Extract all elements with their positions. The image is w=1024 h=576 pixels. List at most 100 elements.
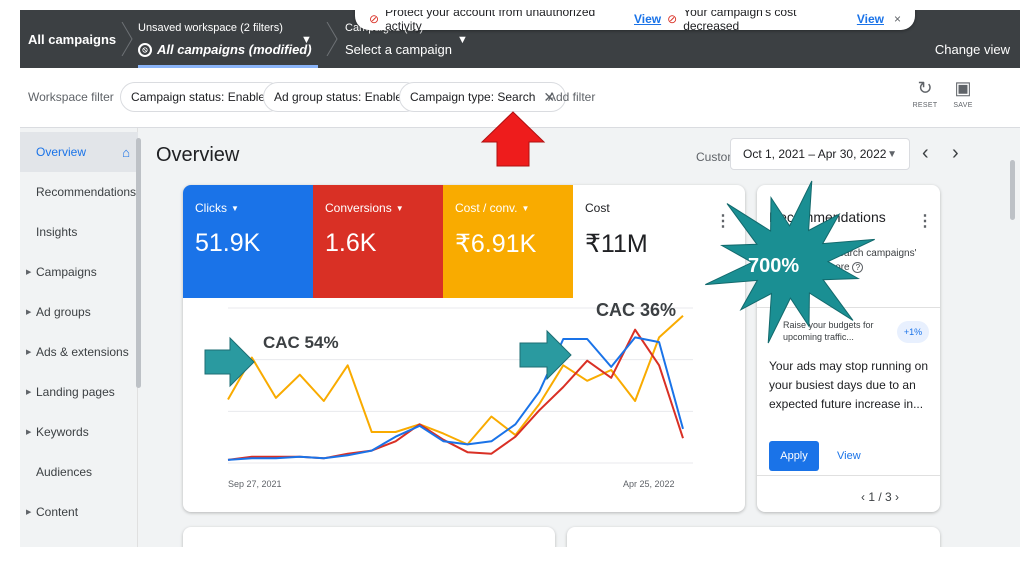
cac-left-annotation: CAC 54% xyxy=(263,333,339,352)
previous-period-icon[interactable]: ‹ xyxy=(922,142,929,165)
burst-annotation: 700% xyxy=(748,255,800,277)
sidebar-item-label: Keywords xyxy=(36,425,89,439)
change-view-button[interactable]: Change view xyxy=(935,42,1010,57)
save-icon: ▣ xyxy=(954,78,972,98)
pager-text: 1 / 3 xyxy=(868,490,892,504)
filter-chip-campaign-type[interactable]: Campaign type: Search ✕ xyxy=(399,82,567,112)
filter-chip-campaign-status[interactable]: Campaign status: Enabled xyxy=(120,82,283,112)
date-range-value: Oct 1, 2021 – Apr 30, 2022 xyxy=(743,147,887,161)
save-label: SAVE xyxy=(953,102,973,109)
metric-clicks[interactable]: Clicks ▼ 51.9K xyxy=(183,185,313,298)
sidebar-item-ads-extensions[interactable]: ▶ Ads & extensions xyxy=(20,332,138,372)
chevron-left-icon[interactable]: ‹ xyxy=(861,490,865,504)
metric-value: ₹6.91K xyxy=(455,230,537,258)
sidebar-item-label: Content xyxy=(36,505,79,519)
expand-icon: ▶ xyxy=(26,429,32,436)
workspace-caret-icon[interactable]: ▼ xyxy=(301,34,312,46)
filter-chip-label: Campaign type: Search xyxy=(410,90,536,104)
metric-conversions[interactable]: Conversions ▼ 1.6K xyxy=(313,185,443,298)
metric-cost[interactable]: Cost ₹11M xyxy=(573,185,703,298)
recommendation-pager: ‹ 1 / 3 › xyxy=(861,490,899,504)
metric-value: ₹11M xyxy=(585,230,648,258)
recommendation-description: Your ads may stop running on your busies… xyxy=(769,359,928,411)
sidebar-nav: Overview ⌂ Recommendations Insights ▶ Ca… xyxy=(20,128,138,547)
sidebar-item-label: Ad groups xyxy=(36,305,91,319)
home-icon: ⌂ xyxy=(122,144,130,160)
cac-right-annotation: CAC 36% xyxy=(596,300,677,320)
notification-message-1: Protect your account from unauthorized a… xyxy=(385,10,596,33)
expand-icon: ▶ xyxy=(26,389,32,396)
sidebar-item-keywords[interactable]: ▶ Keywords xyxy=(20,412,138,452)
workspace-value: All campaigns (modified) xyxy=(157,42,312,57)
budget-tip: Raise your budgets for upcoming traffic.… xyxy=(783,320,874,342)
divider xyxy=(757,307,940,308)
metric-name: Conversions xyxy=(325,201,392,215)
close-icon[interactable]: × xyxy=(894,12,901,26)
reset-button[interactable]: ↻ RESET xyxy=(910,78,940,109)
notification-view-link-1[interactable]: View xyxy=(634,12,661,26)
workspace-filter-label: Workspace filter xyxy=(28,90,114,104)
more-options-icon[interactable]: ⋮ xyxy=(917,211,933,231)
score-uplift-badge: +1% xyxy=(897,321,929,343)
expand-icon: ▶ xyxy=(26,349,32,356)
save-button[interactable]: ▣ SAVE xyxy=(948,78,978,109)
campaign-selector[interactable]: Select a campaign xyxy=(345,42,452,57)
main-scrollbar[interactable] xyxy=(1010,160,1015,220)
bottom-card-left xyxy=(183,527,555,547)
add-filter-button[interactable]: Add filter xyxy=(548,90,595,104)
sidebar-item-ad-groups[interactable]: ▶ Ad groups xyxy=(20,292,138,332)
filter-bar: Workspace filter Campaign status: Enable… xyxy=(20,68,1020,128)
next-period-icon[interactable]: › xyxy=(952,142,959,165)
campaign-caret-icon[interactable]: ▼ xyxy=(457,34,468,46)
chevron-down-icon: ▼ xyxy=(231,203,239,213)
sidebar-item-insights[interactable]: Insights xyxy=(20,212,138,252)
more-options-icon[interactable]: ⋮ xyxy=(715,211,731,231)
sidebar-item-overview[interactable]: Overview ⌂ xyxy=(20,132,138,172)
filter-chip-ad-group-status[interactable]: Ad group status: Enabled xyxy=(263,82,420,112)
sidebar-item-content[interactable]: ▶ Content xyxy=(20,492,138,532)
chevron-down-icon: ▼ xyxy=(521,203,530,213)
sidebar-item-audiences[interactable]: Audiences xyxy=(20,452,138,492)
workspace-label: Unsaved workspace (2 filters) xyxy=(138,22,283,34)
breadcrumb-separator xyxy=(325,21,339,57)
sidebar-scrollbar[interactable] xyxy=(136,138,141,388)
sidebar-item-recommendations[interactable]: Recommendations xyxy=(20,172,138,212)
date-range-picker[interactable]: Oct 1, 2021 – Apr 30, 2022 ▼ xyxy=(730,138,910,170)
all-campaigns-link[interactable]: All campaigns xyxy=(28,32,116,47)
help-icon[interactable]: ? xyxy=(852,262,864,273)
expand-icon: ▶ xyxy=(26,509,32,516)
notification-banner: ⊘ Protect your account from unauthorized… xyxy=(355,10,915,33)
workspace-selector[interactable]: ⦸ All campaigns (modified) xyxy=(138,42,312,57)
metric-value: 51.9K xyxy=(195,229,261,257)
metric-name: Cost / conv. xyxy=(455,201,518,215)
chevron-down-icon: ▼ xyxy=(887,148,897,160)
sidebar-item-label: Insights xyxy=(36,225,78,239)
recommendations-title: Recommendations xyxy=(769,209,886,225)
reset-label: RESET xyxy=(912,102,938,109)
x-axis-end-label: Apr 25, 2022 xyxy=(623,479,675,489)
chevron-right-icon[interactable]: › xyxy=(895,490,899,504)
reset-icon: ↻ xyxy=(917,78,933,98)
expand-icon: ▶ xyxy=(26,269,32,276)
series-line-clicks xyxy=(227,336,684,461)
bottom-card-right xyxy=(567,527,940,547)
sidebar-item-label: Ads & extensions xyxy=(36,345,129,359)
google-ads-app: All campaigns Unsaved workspace (2 filte… xyxy=(20,10,1020,547)
warning-icon: ⊘ xyxy=(369,12,380,26)
warning-icon: ⊘ xyxy=(667,12,678,26)
metric-name: Cost xyxy=(585,201,610,215)
metric-value: 1.6K xyxy=(325,229,377,257)
apply-button[interactable]: Apply xyxy=(769,441,819,471)
recommendations-card: Recommendations ⋮ Optimize your search c… xyxy=(757,185,940,512)
metric-cost-per-conversion[interactable]: Cost / conv. ▼ ₹6.91K xyxy=(443,185,573,298)
sidebar-item-label: Audiences xyxy=(36,465,93,479)
notification-message-2: Your campaign's cost decreased xyxy=(683,10,797,33)
divider xyxy=(757,475,940,476)
notification-view-link-2[interactable]: View xyxy=(857,12,884,26)
chevron-down-icon: ▼ xyxy=(395,203,404,213)
sidebar-item-campaigns[interactable]: ▶ Campaigns xyxy=(20,252,138,292)
x-axis-start-label: Sep 27, 2021 xyxy=(228,479,282,489)
sidebar-item-landing-pages[interactable]: ▶ Landing pages xyxy=(20,372,138,412)
view-button[interactable]: View xyxy=(837,450,861,462)
sidebar-item-label: Campaigns xyxy=(36,265,97,279)
